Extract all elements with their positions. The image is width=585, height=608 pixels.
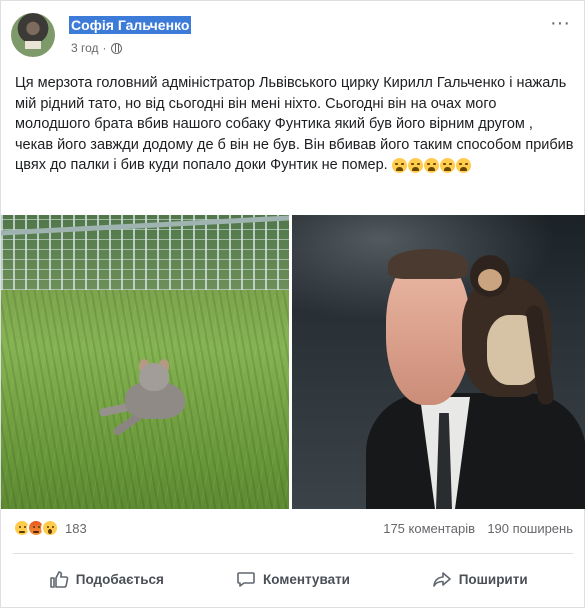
post-meta: 3 год · xyxy=(71,41,122,55)
like-label: Подобається xyxy=(75,571,164,587)
author-name[interactable]: Софія Гальченко xyxy=(69,16,192,34)
like-button[interactable]: Подобається xyxy=(13,557,200,601)
post-card: Софія Гальченко 3 год · ··· Ця мерзота г… xyxy=(0,0,585,608)
crying-face-icon xyxy=(455,157,471,173)
comment-icon xyxy=(237,572,255,587)
comments-count-link[interactable]: 175 коментарів xyxy=(383,521,475,536)
fence-area xyxy=(1,215,289,290)
man-with-monkey-photo[interactable] xyxy=(292,215,585,509)
crying-face-icon xyxy=(439,157,455,173)
suit-figure xyxy=(366,393,585,509)
action-bar: Подобається Коментувати Поширити xyxy=(13,557,573,601)
share-label: Поширити xyxy=(458,571,528,587)
globe-icon xyxy=(110,42,122,54)
post-text: Ця мерзота головний адміністратор Львівс… xyxy=(15,75,574,173)
post-header: Софія Гальченко 3 год · ··· xyxy=(11,13,576,61)
crying-face-icon xyxy=(423,157,439,173)
post-text-block: Ця мерзота головний адміністратор Львівс… xyxy=(15,73,575,176)
post-timestamp[interactable]: 3 год xyxy=(71,41,99,55)
share-arrow-icon xyxy=(432,572,451,587)
photo-grid xyxy=(1,215,585,509)
comment-button[interactable]: Коментувати xyxy=(200,557,387,601)
reactions-count: 183 xyxy=(65,520,87,536)
crying-face-icon xyxy=(391,157,407,173)
dog-photo[interactable] xyxy=(1,215,289,509)
author-avatar[interactable] xyxy=(11,13,55,57)
thumbs-up-icon xyxy=(49,571,69,588)
avatar-badge xyxy=(25,41,41,49)
dog-figure xyxy=(97,359,189,443)
shares-count-link[interactable]: 190 поширень xyxy=(487,521,573,536)
emoji-row xyxy=(391,157,471,173)
share-button[interactable]: Поширити xyxy=(386,557,573,601)
comment-label: Коментувати xyxy=(263,571,350,587)
wow-reaction-icon xyxy=(41,519,59,537)
reactions-summary[interactable]: 183 xyxy=(13,519,87,537)
crying-face-icon xyxy=(407,157,423,173)
divider xyxy=(13,553,573,554)
post-stats: 183 175 коментарів 190 поширень xyxy=(13,516,573,542)
ellipsis-icon[interactable]: ··· xyxy=(548,13,572,37)
